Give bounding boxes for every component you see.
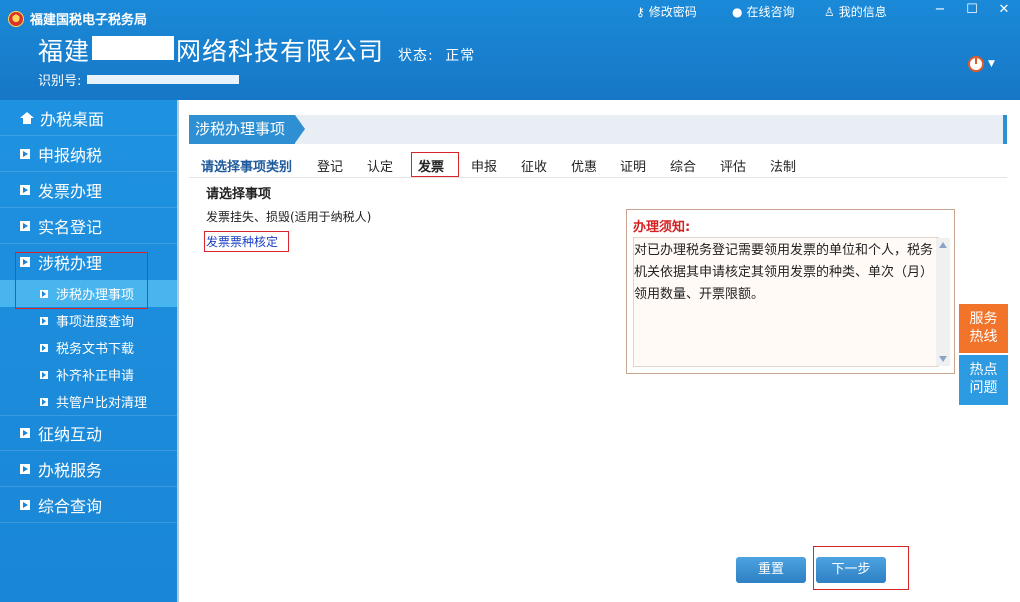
notice-scrollbar[interactable]: [936, 238, 950, 366]
arrow-bullet-icon: [40, 343, 48, 352]
arrow-bullet-icon: [20, 499, 30, 510]
tab-category-declare[interactable]: 申报: [471, 156, 497, 175]
sidebar-item-invoice[interactable]: 发票办理: [0, 172, 177, 208]
status-label: 状态: 正常: [398, 48, 476, 64]
key-icon: ⚷: [636, 4, 645, 19]
matter-invoice-type-approval[interactable]: 发票票种核定: [206, 233, 278, 250]
notice-body: 对已办理税务登记需要领用发票的单位和个人，税务机关依据其申请核定其领用发票的种类…: [633, 237, 939, 367]
scroll-up-icon[interactable]: [939, 242, 947, 248]
arrow-bullet-icon: [40, 289, 48, 298]
page-title: 涉税办理事项: [189, 115, 306, 144]
sidebar-item-services[interactable]: 办税服务: [0, 451, 177, 487]
category-tabs: 请选择事项类别 登记 认定 发票 申报 征收 优惠 证明 综合 评估 法制: [189, 152, 1007, 178]
sidebar: 办税桌面 申报纳税 发票办理 实名登记 涉税办理 涉税办理事项 事项进度查询 税…: [0, 100, 177, 602]
category-prompt: 请选择事项类别: [201, 160, 293, 175]
chat-icon: ●: [732, 4, 743, 19]
window-controls: − ☐ ✕: [924, 0, 1020, 20]
tab-category-comprehensive[interactable]: 综合: [670, 156, 696, 175]
sidebar-item-declare[interactable]: 申报纳税: [0, 136, 177, 172]
maximize-button[interactable]: ☐: [956, 0, 988, 20]
tab-category-legal[interactable]: 法制: [770, 156, 796, 175]
notice-title: 办理须知:: [633, 220, 691, 235]
sidebar-subitem-comanaged[interactable]: 共管户比对清理: [0, 388, 177, 415]
tax-emblem-icon: [8, 10, 24, 27]
power-icon: [968, 56, 984, 72]
online-consult-link[interactable]: ● 在线咨询: [732, 3, 824, 20]
tab-category-preferential[interactable]: 优惠: [571, 156, 597, 175]
page-heading-bar: 涉税办理事项: [189, 115, 1007, 144]
tab-category-recognize[interactable]: 认定: [367, 156, 393, 175]
arrow-bullet-icon: [20, 220, 30, 231]
notice-panel: 办理须知: 对已办理税务登记需要领用发票的单位和个人，税务机关依据其申请核定其领…: [626, 209, 955, 374]
arrow-bullet-icon: [40, 370, 48, 379]
status-value: 正常: [445, 48, 476, 64]
divider: [177, 100, 179, 602]
app-header: 福建国税电子税务局 ⚷ 修改密码 ● 在线咨询 ♙ 我的信息 − ☐ ✕ 福建 …: [0, 0, 1020, 100]
reset-button[interactable]: 重置: [736, 557, 806, 583]
arrow-bullet-icon: [20, 184, 30, 195]
hot-topics-tab[interactable]: 热点问题: [959, 355, 1008, 405]
sidebar-subitem-supplement[interactable]: 补齐补正申请: [0, 361, 177, 388]
sidebar-item-tax-affairs[interactable]: 涉税办理: [0, 244, 177, 280]
arrow-bullet-icon: [20, 148, 30, 159]
service-hotline-tab[interactable]: 服务热线: [959, 304, 1008, 353]
sidebar-subitem-documents[interactable]: 税务文书下载: [0, 334, 177, 361]
top-links: ⚷ 修改密码 ● 在线咨询 ♙ 我的信息: [636, 3, 914, 20]
arrow-bullet-icon: [20, 463, 30, 474]
company-name: 福建 网络科技有限公司 状态: 正常: [38, 36, 476, 66]
redacted-block: [92, 36, 175, 60]
my-info-link[interactable]: ♙ 我的信息: [824, 3, 914, 20]
home-icon: [20, 111, 34, 124]
truncated-red-text: [200, 598, 300, 602]
arrow-bullet-icon: [20, 257, 30, 267]
tab-category-invoice[interactable]: 发票: [418, 156, 444, 175]
sidebar-item-realname[interactable]: 实名登记: [0, 208, 177, 244]
chevron-down-icon: ▼: [988, 59, 995, 69]
tab-category-evaluate[interactable]: 评估: [720, 156, 746, 175]
heading-accent: [1003, 115, 1007, 144]
sidebar-item-query[interactable]: 综合查询: [0, 487, 177, 523]
user-icon: ♙: [824, 4, 835, 19]
tax-id: 识别号:: [38, 70, 240, 89]
change-password-link[interactable]: ⚷ 修改密码: [636, 3, 732, 20]
sidebar-item-desktop[interactable]: 办税桌面: [0, 100, 177, 136]
tab-category-certificate[interactable]: 证明: [620, 156, 646, 175]
minimize-button[interactable]: −: [924, 0, 956, 20]
sidebar-subitem-progress[interactable]: 事项进度查询: [0, 307, 177, 334]
next-step-button[interactable]: 下一步: [816, 557, 886, 583]
tab-category-collect[interactable]: 征收: [521, 156, 547, 175]
redacted-tax-id: [87, 75, 240, 84]
scroll-down-icon[interactable]: [939, 356, 947, 362]
section-title: 请选择事项: [206, 187, 272, 202]
tab-category-register[interactable]: 登记: [317, 156, 343, 175]
arrow-bullet-icon: [40, 397, 48, 406]
sidebar-item-interaction[interactable]: 征纳互动: [0, 415, 177, 451]
close-button[interactable]: ✕: [988, 0, 1020, 20]
sidebar-subitem-tax-matters[interactable]: 涉税办理事项: [0, 280, 177, 307]
arrow-bullet-icon: [20, 428, 30, 438]
matter-invoice-loss[interactable]: 发票挂失、损毁(适用于纳税人): [206, 208, 371, 225]
user-menu[interactable]: ▼: [968, 56, 995, 72]
app-title-text: 福建国税电子税务局: [30, 13, 148, 28]
arrow-bullet-icon: [40, 316, 48, 325]
app-title: 福建国税电子税务局: [8, 9, 147, 28]
